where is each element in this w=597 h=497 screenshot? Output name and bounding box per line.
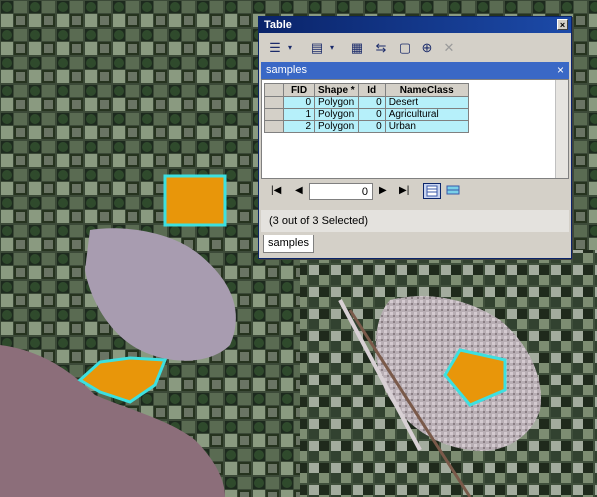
row-selector[interactable]	[264, 120, 284, 133]
delete-selected-icon[interactable]: ✕	[439, 38, 459, 58]
column-header-id[interactable]: Id	[357, 83, 386, 97]
cell-id[interactable]: 0	[357, 120, 386, 133]
column-header-nameclass[interactable]: NameClass	[384, 83, 469, 97]
table-name: samples	[266, 64, 307, 76]
related-tables-icon[interactable]: ▤	[307, 38, 327, 58]
row-selector-header[interactable]	[264, 83, 284, 97]
table-options-icon[interactable]: ☰	[265, 38, 285, 58]
show-selected-records-icon[interactable]	[445, 183, 463, 199]
cell-nameclass[interactable]: Urban	[384, 120, 469, 133]
select-by-attributes-icon[interactable]: ▦	[347, 38, 367, 58]
cell-nameclass[interactable]: Desert	[384, 96, 469, 109]
cell-fid[interactable]: 0	[283, 96, 315, 109]
attribute-grid[interactable]: FID Shape * Id NameClass 0 Polygon 0 Des…	[261, 79, 569, 179]
first-record-icon[interactable]: |◀	[271, 185, 281, 196]
column-header-fid[interactable]: FID	[283, 83, 315, 97]
sample-polygon-agricultural	[163, 174, 227, 227]
row-selector[interactable]	[264, 108, 284, 121]
cell-id[interactable]: 0	[357, 108, 386, 121]
window-title: Table	[264, 19, 292, 31]
show-all-records-icon[interactable]	[423, 183, 441, 199]
switch-selection-icon[interactable]: ⇆	[371, 38, 391, 58]
record-navigation: |◀ ◀ 0 ▶ ▶|	[261, 180, 569, 204]
table-tab-close-icon[interactable]: ×	[557, 62, 564, 79]
related-tables-dropdown-icon[interactable]: ▾	[327, 38, 337, 58]
current-record-input[interactable]: 0	[309, 183, 373, 200]
bottom-table-tab[interactable]: samples	[263, 235, 314, 253]
column-header-shape[interactable]: Shape *	[314, 83, 359, 97]
table-row[interactable]: 2 Polygon 0 Urban	[264, 120, 469, 133]
table-toolbar: ☰ ▾ ▤ ▾ ▦ ⇆ ▢ ⊕ ✕	[261, 35, 569, 61]
previous-record-icon[interactable]: ◀	[295, 185, 303, 196]
zoom-to-selected-icon[interactable]: ⊕	[417, 38, 437, 58]
table-tab-header: samples ×	[261, 62, 569, 79]
cell-shape[interactable]: Polygon	[314, 96, 359, 109]
cell-id[interactable]: 0	[357, 96, 386, 109]
table-options-dropdown-icon[interactable]: ▾	[285, 38, 295, 58]
cell-nameclass[interactable]: Agricultural	[384, 108, 469, 121]
selection-status: (3 out of 3 Selected)	[261, 210, 569, 232]
next-record-icon[interactable]: ▶	[379, 185, 387, 196]
attribute-table: FID Shape * Id NameClass 0 Polygon 0 Des…	[264, 83, 469, 133]
table-row[interactable]: 0 Polygon 0 Desert	[264, 96, 469, 109]
cell-shape[interactable]: Polygon	[314, 120, 359, 133]
cell-fid[interactable]: 1	[283, 108, 315, 121]
cell-fid[interactable]: 2	[283, 120, 315, 133]
window-close-button[interactable]: ×	[557, 19, 568, 30]
clear-selection-icon[interactable]: ▢	[395, 38, 415, 58]
table-header-row: FID Shape * Id NameClass	[264, 83, 469, 97]
table-row[interactable]: 1 Polygon 0 Agricultural	[264, 108, 469, 121]
row-selector[interactable]	[264, 96, 284, 109]
table-window[interactable]: Table × ☰ ▾ ▤ ▾ ▦ ⇆ ▢ ⊕ ✕ samples × FID …	[258, 16, 572, 259]
window-title-bar[interactable]: Table ×	[259, 17, 571, 33]
vertical-scrollbar[interactable]	[555, 80, 568, 178]
last-record-icon[interactable]: ▶|	[399, 185, 409, 196]
cell-shape[interactable]: Polygon	[314, 108, 359, 121]
